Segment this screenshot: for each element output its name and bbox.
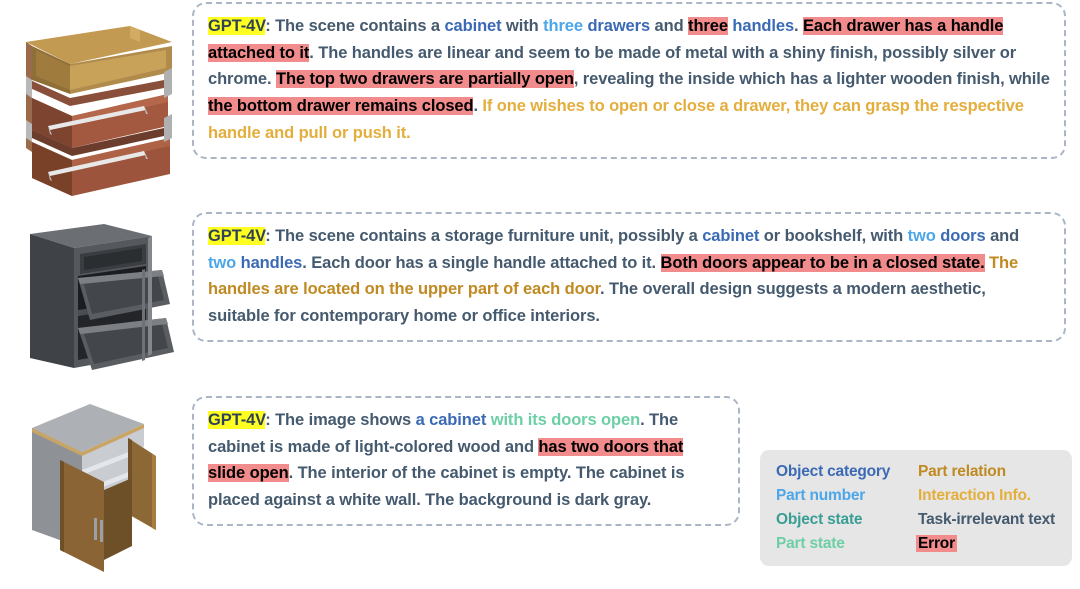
- legend-item-part-relation: Part relation: [916, 460, 1072, 484]
- legend-label-object-category: Object category: [776, 463, 891, 480]
- legend-box: Object category Part relation Part numbe…: [760, 450, 1072, 566]
- caption-token-plain: and: [650, 17, 689, 35]
- caption-token-speaker: GPT-4V: [208, 17, 266, 35]
- caption-bubble-3: GPT-4V: The image shows a cabinet with i…: [192, 396, 740, 526]
- caption-token-speaker: GPT-4V: [208, 411, 266, 429]
- caption-token-plain: : The scene contains a storage furniture…: [265, 227, 703, 245]
- caption-token-speaker: GPT-4V: [208, 227, 266, 245]
- caption-token-objcat: doors: [940, 227, 986, 245]
- caption-token-objcat: drawers: [587, 17, 651, 35]
- caption-token-partnum: three: [543, 17, 583, 35]
- light-wood-open-door-cabinet-thumbnail: [32, 404, 156, 572]
- caption-token-partnum: two: [208, 253, 237, 272]
- caption-token-error: three: [688, 17, 728, 35]
- example-row-1: GPT-4V: The scene contains a cabinet wit…: [0, 2, 1080, 202]
- caption-text-3: GPT-4V: The image shows a cabinet with i…: [208, 407, 724, 514]
- caption-token-partnum: two: [907, 227, 936, 245]
- legend-item-object-category: Object category: [774, 460, 916, 484]
- caption-token-plain: : The scene contains a: [265, 17, 445, 35]
- caption-token-objcat: cabinet: [444, 17, 502, 35]
- caption-token-plain: and: [985, 227, 1020, 245]
- legend-label-task-irrelevant-text: Task-irrelevant text: [918, 511, 1055, 528]
- caption-token-plain: .: [794, 17, 804, 35]
- caption-token-plain: or bookshelf, with: [759, 227, 908, 245]
- caption-token-objcat: handles: [240, 253, 303, 272]
- caption-text-2: GPT-4V: The scene contains a storage fur…: [208, 223, 1050, 330]
- caption-token-plain: : The image shows: [265, 411, 416, 429]
- thumbnail-cell-1: [0, 2, 192, 202]
- dark-gray-two-door-cabinet-thumbnail: [30, 224, 174, 370]
- legend-item-interaction-info: Interaction Info.: [916, 484, 1072, 508]
- caption-token-partstate: with its doors open: [490, 411, 641, 429]
- legend-item-part-number: Part number: [774, 484, 916, 508]
- caption-token-plain: with: [501, 17, 544, 35]
- caption-text-1: GPT-4V: The scene contains a cabinet wit…: [208, 13, 1050, 147]
- legend-item-part-state: Part state: [774, 532, 916, 556]
- caption-token-error: the bottom drawer remains closed: [208, 97, 474, 116]
- legend-label-error: Error: [916, 535, 957, 552]
- caption-bubble-1: GPT-4V: The scene contains a cabinet wit…: [192, 2, 1066, 159]
- legend-label-interaction-info: Interaction Info.: [918, 487, 1031, 504]
- caption-token-objcat: handles: [732, 17, 795, 35]
- example-row-2: GPT-4V: The scene contains a storage fur…: [0, 212, 1080, 390]
- caption-token-plain: , revealing the inside which has a light…: [573, 70, 1050, 89]
- legend-label-part-relation: Part relation: [918, 463, 1006, 480]
- legend-item-task-irrelevant-text: Task-irrelevant text: [916, 508, 1072, 532]
- caption-token-objcat: a cabinet: [415, 411, 487, 429]
- thumbnail-cell-2: [0, 212, 192, 390]
- caption-token-error: The top two drawers are partially open: [275, 70, 574, 89]
- caption-bubble-2: GPT-4V: The scene contains a storage fur…: [192, 212, 1066, 342]
- caption-token-plain: . Each door has a single handle attached…: [302, 253, 661, 272]
- caption-token-objcat: cabinet: [702, 227, 760, 245]
- caption-token-error: Both doors appear to be in a closed stat…: [660, 253, 985, 272]
- legend-label-part-state: Part state: [776, 535, 845, 552]
- legend-item-error: Error: [916, 532, 1072, 556]
- thumbnail-cell-3: [0, 396, 192, 576]
- legend-label-object-state: Object state: [776, 511, 863, 528]
- legend-item-object-state: Object state: [774, 508, 916, 532]
- wooden-drawer-cabinet-thumbnail: [26, 26, 172, 196]
- figure-root: GPT-4V: The scene contains a cabinet wit…: [0, 0, 1080, 589]
- legend-label-part-number: Part number: [776, 487, 866, 504]
